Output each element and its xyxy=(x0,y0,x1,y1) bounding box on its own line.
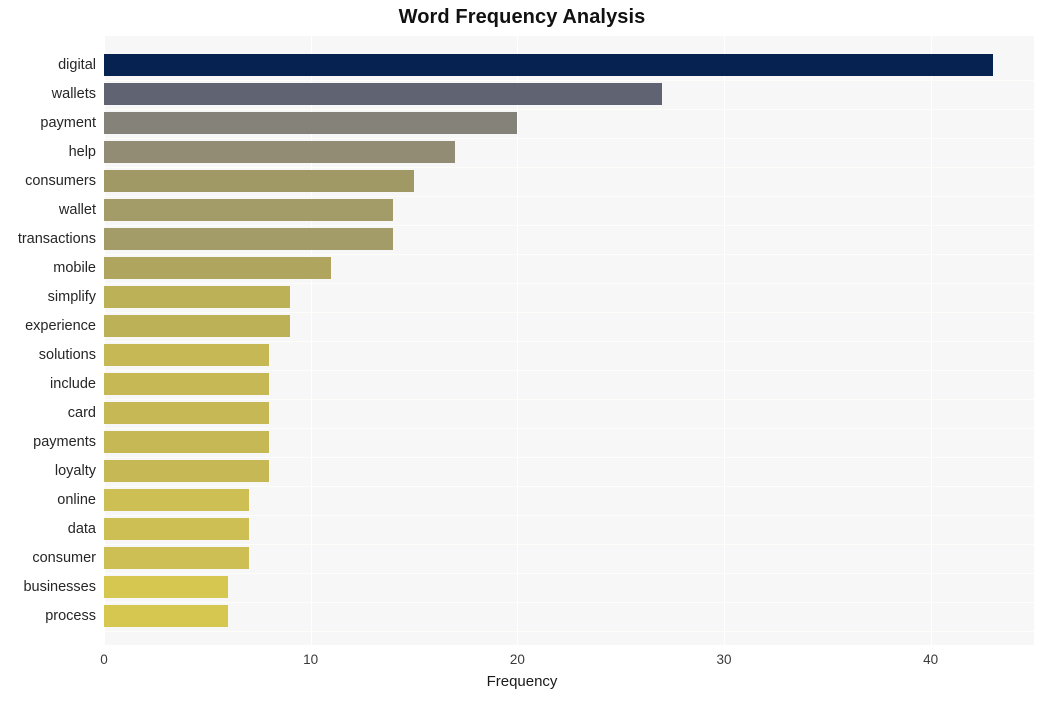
bar[interactable] xyxy=(104,460,270,482)
bar[interactable] xyxy=(104,373,270,395)
y-axis-tick-label: businesses xyxy=(23,579,96,595)
x-axis-tick-label: 0 xyxy=(100,652,108,667)
bar[interactable] xyxy=(104,141,456,163)
y-axis-tick-label: wallet xyxy=(58,202,96,218)
y-axis-tick-label: online xyxy=(57,492,96,508)
y-axis-tick-label: help xyxy=(68,144,96,160)
bar[interactable] xyxy=(104,605,228,627)
bar[interactable] xyxy=(104,170,414,192)
y-axis-tick-label: experience xyxy=(25,318,96,334)
y-axis-tick-label: loyalty xyxy=(54,463,96,479)
bar[interactable] xyxy=(104,344,270,366)
bar[interactable] xyxy=(104,402,270,424)
y-axis-labels: digital wallets payment help consumers wallet… xyxy=(0,36,96,645)
plot-area xyxy=(104,36,1034,645)
x-axis-tick-label: 30 xyxy=(716,652,732,667)
bar[interactable] xyxy=(104,286,290,308)
y-axis-tick-label: solutions xyxy=(38,347,96,363)
bar[interactable] xyxy=(104,83,662,105)
bar[interactable] xyxy=(104,54,993,76)
y-axis-tick-label: consumers xyxy=(25,173,96,189)
chart-title: Word Frequency Analysis xyxy=(398,6,646,28)
y-axis-tick-label: include xyxy=(50,376,96,392)
bars-layer xyxy=(104,36,1034,645)
bar[interactable] xyxy=(104,431,270,453)
y-axis-tick-label: process xyxy=(45,608,96,624)
y-axis-tick-label: transactions xyxy=(17,231,96,247)
y-axis-tick-label: data xyxy=(67,521,96,537)
bar[interactable] xyxy=(104,315,290,337)
bar[interactable] xyxy=(104,518,249,540)
y-axis-tick-label: simplify xyxy=(47,289,96,305)
word-frequency-chart: Word Frequency Analysis digital wallets pa… xyxy=(0,0,1044,701)
bar[interactable] xyxy=(104,199,394,221)
bar[interactable] xyxy=(104,228,394,250)
y-axis-tick-label: consumer xyxy=(32,550,96,566)
y-axis-tick-label: mobile xyxy=(53,260,96,276)
y-axis-tick-label: payment xyxy=(40,115,96,131)
bar[interactable] xyxy=(104,112,518,134)
bar[interactable] xyxy=(104,576,228,598)
x-axis-tick-labels: 0 10 20 30 40 xyxy=(0,645,1044,675)
bar[interactable] xyxy=(104,489,249,511)
y-axis-tick-label: digital xyxy=(58,57,96,73)
x-axis-tick-label: 10 xyxy=(303,652,319,667)
y-axis-tick-label: payments xyxy=(33,434,96,450)
x-axis-tick-label: 20 xyxy=(509,652,525,667)
x-axis-title: Frequency xyxy=(486,673,558,690)
y-axis-tick-label: wallets xyxy=(51,86,96,102)
bar[interactable] xyxy=(104,257,332,279)
y-axis-tick-label: card xyxy=(67,405,96,421)
bar[interactable] xyxy=(104,547,249,569)
x-axis-tick-label: 40 xyxy=(923,652,939,667)
